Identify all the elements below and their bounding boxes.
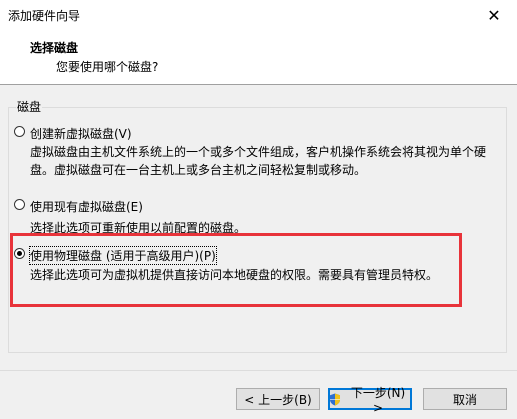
page-title: 选择磁盘: [30, 41, 79, 55]
wizard-body: 磁盘 创建新虚拟磁盘(V) 虚拟磁盘由主机文件系统上的一个或多个文件组成，客户机…: [0, 85, 517, 370]
close-icon: ✕: [487, 5, 501, 25]
page-subtitle: 您要使用哪个磁盘?: [56, 60, 159, 74]
wizard-footer: < 上一步(B) 下一步(N) > 取消: [0, 371, 517, 419]
cancel-button[interactable]: 取消: [423, 388, 507, 410]
option-label-use-existing[interactable]: 使用现有虚拟磁盘(E): [30, 198, 143, 215]
uac-shield-icon: [329, 393, 341, 406]
cancel-button-label: 取消: [452, 392, 477, 407]
option-desc-create-new: 虚拟磁盘由主机文件系统上的一个或多个文件组成，客户机操作系统会将其视为单个硬盘。…: [30, 145, 487, 177]
disk-group-label: 磁盘: [16, 98, 43, 115]
wizard-header: 选择磁盘 您要使用哪个磁盘?: [0, 30, 517, 84]
next-button[interactable]: 下一步(N) >: [328, 386, 412, 415]
close-button[interactable]: ✕: [471, 0, 517, 30]
back-button-label: < 上一步(B): [244, 392, 312, 407]
title-bar: 添加硬件向导 ✕: [0, 0, 517, 30]
back-button[interactable]: < 上一步(B): [236, 388, 320, 410]
annotation-highlight-box: [10, 233, 462, 307]
radio-create-new-disk[interactable]: [14, 126, 25, 137]
next-button-label: 下一步(N) >: [350, 385, 406, 415]
radio-use-existing-disk[interactable]: [14, 199, 25, 210]
window-title: 添加硬件向导: [8, 9, 81, 23]
option-label-create-new[interactable]: 创建新虚拟磁盘(V): [30, 125, 132, 142]
